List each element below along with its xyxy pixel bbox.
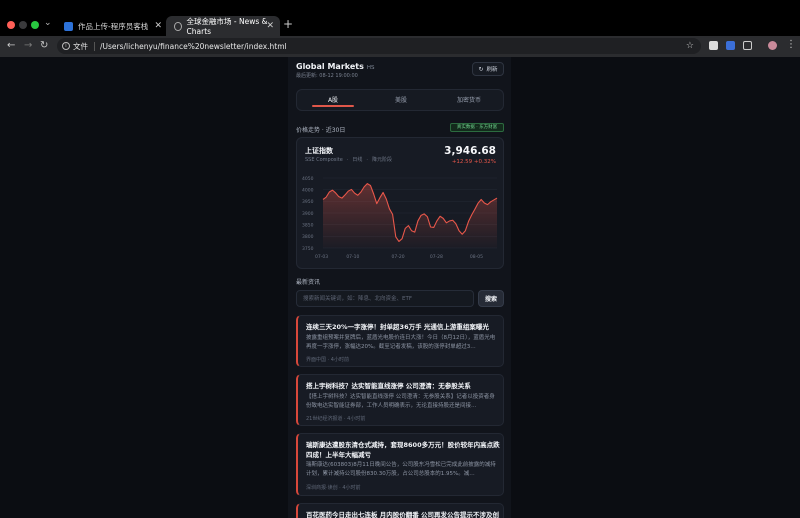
y-tick-label: 3900 bbox=[302, 211, 314, 217]
news-time: 4小时前 bbox=[330, 357, 349, 363]
news-card[interactable]: 瑞斯康达遭股东清仓式减持，套现8600多万元！股价较年内高点跌四成！上半年大幅减… bbox=[296, 433, 504, 496]
title-suffix: HS bbox=[366, 65, 375, 71]
y-tick-label: 3800 bbox=[302, 234, 314, 240]
tab-title: 全球金融市场 - News & Charts bbox=[186, 17, 268, 36]
news-title[interactable]: 连续三天20%一字涨停！封单超36万手 光通信上游重组案曝光 bbox=[306, 322, 500, 332]
x-tick-label: 07-28 bbox=[430, 254, 443, 260]
news-source: 21世纪经济报道 bbox=[306, 416, 343, 422]
index-tag: 日线 bbox=[352, 157, 363, 163]
star-icon[interactable]: ☆ bbox=[686, 41, 694, 51]
tab-a-shares[interactable]: A股 bbox=[299, 95, 367, 104]
news-summary-line: 瑞斯康达(603803)8月11日晚间公告，公司股东冯雪松已完成此前披露的减持计… bbox=[306, 461, 500, 479]
app-column: Global Markets HS 最后更新: 08-12 19:00:00 ↻ … bbox=[288, 57, 511, 518]
index-tag: 降元阶段 bbox=[371, 157, 392, 163]
address-url[interactable]: /Users/lichenyu/finance%20newsletter/ind… bbox=[100, 42, 287, 51]
reload-icon[interactable]: ↻ bbox=[40, 40, 48, 51]
address-bar[interactable]: i 文件 /Users/lichenyu/finance%20newslette… bbox=[57, 38, 701, 54]
browser-tab[interactable]: 作品上传-程序员客栈 ✕ bbox=[56, 16, 168, 36]
tab-us-stocks[interactable]: 美股 bbox=[367, 95, 435, 104]
x-tick-label: 07-20 bbox=[392, 254, 405, 260]
tab-favicon bbox=[64, 21, 73, 31]
market-tabs: A股 美股 加密货币 bbox=[296, 89, 504, 111]
forward-icon[interactable]: → bbox=[24, 40, 32, 51]
news-section-label: 最新资讯 bbox=[296, 279, 321, 286]
price-chart: 4050 4000 3950 3900 3850 3800 375007-03 07-10 07… bbox=[302, 176, 498, 260]
browser-toolbar: ← → ↻ i 文件 /Users/lichenyu/finance%20new… bbox=[0, 36, 800, 57]
x-tick-label: 07-03 bbox=[315, 254, 328, 260]
news-time: 4小时前 bbox=[347, 416, 366, 422]
close-icon[interactable]: ✕ bbox=[154, 21, 162, 31]
y-tick-label: 4050 bbox=[302, 176, 314, 182]
news-title[interactable]: 瑞斯康达遭股东清仓式减持，套现8600多万元！股价较年内高点跌四成！上半年大幅减… bbox=[306, 440, 500, 460]
back-icon[interactable]: ← bbox=[7, 40, 15, 51]
news-summary: 披露重组预案并复牌后，蓝盾光电股价连日大涨！今日（8月12日），蓝盾光电再度一字… bbox=[306, 335, 496, 350]
page-title-text: Global Markets bbox=[296, 62, 364, 71]
y-tick-label: 3950 bbox=[302, 199, 314, 205]
x-tick-label: 07-10 bbox=[346, 254, 359, 260]
index-subtitle: SSE Composite · 日线 · 降元阶段 bbox=[305, 156, 396, 163]
divider bbox=[94, 41, 95, 51]
plus-icon[interactable]: + bbox=[283, 17, 293, 31]
browser-tab-bar: ⌄ 作品上传-程序员客栈 ✕ 全球金融市场 - News & Charts ✕ … bbox=[0, 0, 800, 36]
y-tick-label: 3750 bbox=[302, 246, 314, 252]
x-tick-label: 08-05 bbox=[470, 254, 483, 260]
refresh-button[interactable]: ↻ 刷新 bbox=[472, 62, 504, 76]
last-updated: 最后更新: 08-12 19:00:00 bbox=[296, 73, 358, 79]
tab-title: 作品上传-程序员客栈 bbox=[78, 21, 149, 31]
search-button[interactable]: 搜索 bbox=[478, 290, 504, 307]
close-icon[interactable]: ✕ bbox=[266, 21, 274, 31]
news-summary-line: 披露重组预案并复牌后，蓝盾光电股价连日大涨！今日（8月12日），蓝盾光电再度一字… bbox=[306, 334, 500, 352]
news-card[interactable]: 搭上宇树科技？达实智能直线涨停 公司澄清：无参股关系 【搭上宇树科技？达实智能直… bbox=[296, 374, 504, 426]
tab-crypto[interactable]: 加密货币 bbox=[435, 95, 503, 104]
news-time: 4小时前 bbox=[342, 485, 361, 491]
chevron-down-icon[interactable]: ⌄ bbox=[44, 18, 52, 28]
separator-dot: · bbox=[366, 157, 368, 163]
news-card[interactable]: 连续三天20%一字涨停！封单超36万手 光通信上游重组案曝光 披露重组预案并复牌… bbox=[296, 315, 504, 367]
refresh-label: 刷新 bbox=[486, 67, 498, 73]
news-meta: 21世纪经济报道 · 4小时前 bbox=[306, 416, 366, 422]
news-card[interactable]: 百花医药今日走出七连板 月内股价翻番 公司再发公告提示不涉及创新药 bbox=[296, 503, 504, 518]
page-viewport: Global Markets HS 最后更新: 08-12 19:00:00 ↻ … bbox=[0, 57, 800, 518]
index-code: SSE Composite bbox=[305, 157, 343, 163]
news-title[interactable]: 百花医药今日走出七连板 月内股价翻番 公司再发公告提示不涉及创新药 bbox=[306, 510, 500, 518]
index-change: +12.59 +0.32% bbox=[451, 159, 496, 165]
index-price: 3,946.68 bbox=[444, 145, 496, 157]
news-meta: 界面中国 · 4小时前 bbox=[306, 357, 349, 363]
news-source: 界面中国 bbox=[306, 357, 327, 363]
index-chart-card: 上证指数 SSE Composite · 日线 · 降元阶段 3,946.68 +12.… bbox=[296, 137, 504, 269]
separator-dot: · bbox=[346, 157, 349, 163]
y-tick-label: 3850 bbox=[302, 222, 314, 228]
address-scheme: 文件 bbox=[73, 41, 88, 51]
data-source-badge: 真实数据 · 东方财富 bbox=[450, 123, 504, 132]
minimize-window-button[interactable] bbox=[19, 21, 27, 29]
active-tab-indicator bbox=[312, 105, 354, 107]
close-window-button[interactable] bbox=[7, 21, 15, 29]
info-icon[interactable]: i bbox=[62, 42, 70, 50]
news-source: 深圳商报·读创 bbox=[306, 485, 338, 491]
extension-icon[interactable] bbox=[726, 41, 735, 50]
maximize-window-button[interactable] bbox=[31, 21, 39, 29]
news-summary: 【搭上宇树科技？达实智能直线涨停 公司澄清：无参股关系】记者以投资者身份致电达实… bbox=[306, 394, 495, 409]
refresh-icon: ↻ bbox=[478, 65, 484, 73]
menu-icon[interactable]: ⋮ bbox=[786, 39, 796, 50]
news-meta: 深圳商报·读创 · 4小时前 bbox=[306, 485, 361, 491]
extension-icon[interactable] bbox=[709, 41, 718, 50]
y-tick-label: 4000 bbox=[302, 187, 314, 193]
news-summary: 瑞斯康达(603803)8月11日晚间公告，公司股东冯雪松已完成此前披露的减持计… bbox=[306, 462, 496, 477]
index-name: 上证指数 bbox=[305, 147, 333, 155]
puzzle-icon[interactable] bbox=[743, 41, 752, 50]
globe-icon bbox=[174, 21, 182, 31]
avatar[interactable] bbox=[768, 41, 777, 50]
page-title: Global Markets HS bbox=[296, 62, 375, 71]
news-title[interactable]: 搭上宇树科技？达实智能直线涨停 公司澄清：无参股关系 bbox=[306, 381, 500, 391]
trend-label: 价格走势 · 近30日 bbox=[296, 127, 346, 134]
browser-tab-active[interactable]: 全球金融市场 - News & Charts ✕ bbox=[166, 16, 280, 36]
news-search-input[interactable] bbox=[296, 290, 474, 307]
news-summary-line: 【搭上宇树科技？达实智能直线涨停 公司澄清：无参股关系】记者以投资者身份致电达实… bbox=[306, 393, 500, 411]
